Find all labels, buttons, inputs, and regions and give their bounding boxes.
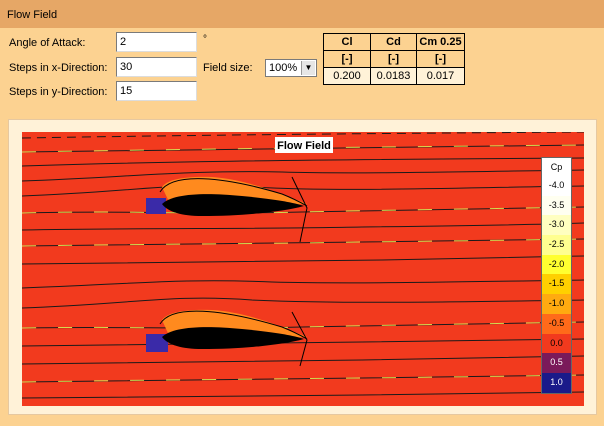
steps-x-input[interactable]: [116, 57, 197, 77]
angle-of-attack-input[interactable]: [116, 32, 197, 52]
degree-unit: °: [203, 34, 207, 45]
cd-value: 0.0183: [370, 67, 417, 85]
legend-item: -1.5: [542, 274, 571, 295]
legend-item: 1.0: [542, 372, 571, 393]
legend-item: 0.5: [542, 353, 571, 373]
cm-value: 0.017: [416, 67, 465, 85]
plot-title: Flow Field: [277, 140, 331, 152]
cm-header: Cm 0.25: [416, 33, 465, 51]
cl-unit: [-]: [323, 50, 371, 68]
flow-field-plot: Flow Field: [22, 132, 584, 406]
cl-header: Cl: [323, 33, 371, 51]
steps-y-label: Steps in y-Direction:: [9, 86, 108, 98]
table-value-row: 0.200 0.0183 0.017: [323, 67, 465, 85]
field-size-label: Field size:: [203, 62, 253, 74]
steps-y-input[interactable]: [116, 81, 197, 101]
legend-item: -2.5: [542, 235, 571, 255]
field-size-value: 100%: [269, 62, 298, 74]
legend-item: -4.0: [542, 176, 571, 196]
cd-unit: [-]: [370, 50, 417, 68]
legend-title: Cp: [542, 158, 571, 176]
table-unit-row: [-] [-] [-]: [323, 50, 465, 68]
legend-item: -1.0: [542, 294, 571, 314]
legend-item: -3.0: [542, 215, 571, 236]
legend-item: -2.0: [542, 254, 571, 275]
airfoil-lower: [146, 309, 308, 367]
flow-field-svg: Flow Field: [22, 132, 584, 399]
cd-header: Cd: [370, 33, 417, 51]
cp-legend: Cp -4.0 -3.5 -3.0 -2.5 -2.0 -1.5 -1.0 -0.5 0.0 0.…: [541, 157, 572, 394]
angle-of-attack-label: Angle of Attack:: [9, 37, 86, 49]
cm-unit: [-]: [416, 50, 465, 68]
airfoil-upper: [146, 176, 308, 243]
legend-item: -0.5: [542, 313, 571, 334]
coefficients-table: Cl Cd Cm 0.25 [-] [-] [-] 0.200 0.0183 0…: [323, 33, 465, 85]
steps-x-label: Steps in x-Direction:: [9, 62, 108, 74]
chevron-down-icon[interactable]: ▼: [301, 61, 315, 75]
section-title: Flow Field: [7, 9, 58, 21]
legend-item: 0.0: [542, 333, 571, 354]
section-header: Flow Field: [0, 0, 604, 28]
streamlines: [22, 132, 584, 399]
table-header-row: Cl Cd Cm 0.25: [323, 33, 465, 51]
cl-value: 0.200: [323, 67, 371, 85]
legend-item: -3.5: [542, 195, 571, 216]
field-size-select[interactable]: 100% ▼: [265, 59, 317, 77]
